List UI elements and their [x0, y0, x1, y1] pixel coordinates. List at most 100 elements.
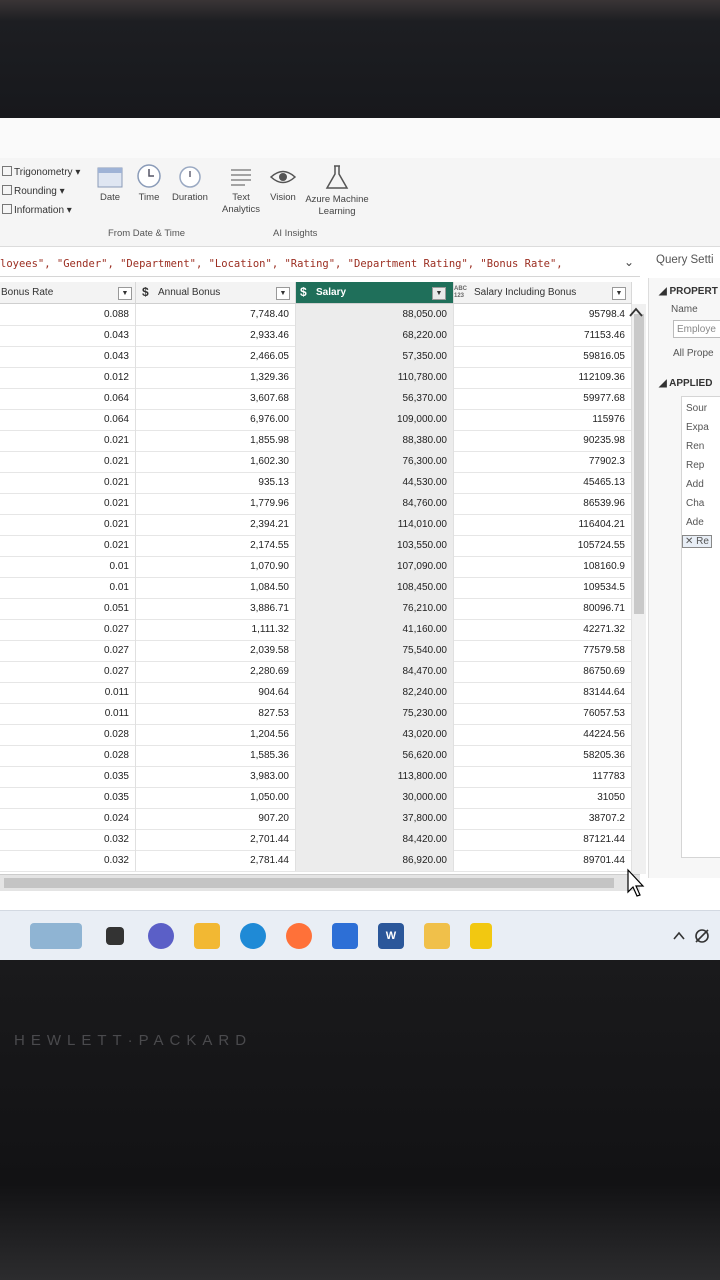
- store-icon[interactable]: [332, 923, 358, 949]
- table-cell[interactable]: 2,174.55: [136, 535, 296, 556]
- table-cell[interactable]: 56,370.00: [296, 388, 454, 409]
- table-cell[interactable]: 2,280.69: [136, 661, 296, 682]
- table-row[interactable]: 0.021 2,394.21 114,010.00 116404.21: [0, 514, 646, 536]
- table-cell[interactable]: 0.024: [0, 808, 136, 829]
- applied-step[interactable]: Add: [686, 479, 704, 490]
- table-cell[interactable]: 2,039.58: [136, 640, 296, 661]
- table-cell[interactable]: 57,350.00: [296, 346, 454, 367]
- table-cell[interactable]: 30,000.00: [296, 787, 454, 808]
- delete-step-icon[interactable]: ✕: [685, 536, 693, 547]
- applied-step[interactable]: Ren: [686, 441, 704, 452]
- applied-steps-header[interactable]: ◢ APPLIED: [659, 378, 712, 389]
- table-cell[interactable]: 76,210.00: [296, 598, 454, 619]
- applied-step[interactable]: Sour: [686, 403, 707, 414]
- table-cell[interactable]: 3,886.71: [136, 598, 296, 619]
- table-cell[interactable]: 1,070.90: [136, 556, 296, 577]
- currency-type-icon[interactable]: $: [300, 285, 307, 299]
- table-cell[interactable]: 82,240.00: [296, 682, 454, 703]
- table-cell[interactable]: 1,602.30: [136, 451, 296, 472]
- table-cell[interactable]: 0.021: [0, 514, 136, 535]
- table-cell[interactable]: 0.012: [0, 367, 136, 388]
- widgets-icon[interactable]: [30, 923, 82, 949]
- column-header-salary-including-bonus[interactable]: ABC 123 Salary Including Bonus ▼: [454, 282, 632, 304]
- table-row[interactable]: 0.064 3,607.68 56,370.00 59977.68: [0, 388, 646, 410]
- table-cell[interactable]: 1,585.36: [136, 745, 296, 766]
- table-cell[interactable]: 44,530.00: [296, 472, 454, 493]
- table-cell[interactable]: 75,540.00: [296, 640, 454, 661]
- table-row[interactable]: 0.032 2,781.44 86,920.00 89701.44: [0, 850, 646, 872]
- expand-formula-chevron-icon[interactable]: ⌄: [624, 255, 634, 269]
- table-cell[interactable]: 95798.4: [454, 304, 632, 325]
- table-cell[interactable]: 0.021: [0, 493, 136, 514]
- table-cell[interactable]: 84,470.00: [296, 661, 454, 682]
- table-cell[interactable]: 38707.2: [454, 808, 632, 829]
- column-header-salary[interactable]: $ Salary ▼: [296, 282, 454, 304]
- table-row[interactable]: 0.035 3,983.00 113,800.00 117783: [0, 766, 646, 788]
- table-cell[interactable]: 2,933.46: [136, 325, 296, 346]
- table-cell[interactable]: 103,550.00: [296, 535, 454, 556]
- applied-step[interactable]: Ade: [686, 517, 704, 528]
- filter-dropdown-icon[interactable]: ▼: [432, 287, 446, 300]
- vision-button[interactable]: Vision: [266, 166, 300, 204]
- table-cell[interactable]: 108,450.00: [296, 577, 454, 598]
- text-analytics-button[interactable]: Text Analytics: [218, 166, 264, 216]
- table-cell[interactable]: 2,394.21: [136, 514, 296, 535]
- table-cell[interactable]: 0.021: [0, 451, 136, 472]
- table-cell[interactable]: 107,090.00: [296, 556, 454, 577]
- table-row[interactable]: 0.035 1,050.00 30,000.00 31050: [0, 787, 646, 809]
- table-row[interactable]: 0.021 1,602.30 76,300.00 77902.3: [0, 451, 646, 473]
- table-cell[interactable]: 86,920.00: [296, 850, 454, 871]
- table-cell[interactable]: 108160.9: [454, 556, 632, 577]
- vertical-scrollbar[interactable]: [632, 304, 646, 874]
- table-cell[interactable]: 0.021: [0, 430, 136, 451]
- table-cell[interactable]: 2,781.44: [136, 850, 296, 871]
- applied-step[interactable]: Expa: [686, 422, 709, 433]
- table-cell[interactable]: 89701.44: [454, 850, 632, 871]
- table-cell[interactable]: 42271.32: [454, 619, 632, 640]
- word-icon[interactable]: W: [378, 923, 404, 949]
- snipping-tool-icon[interactable]: [424, 923, 450, 949]
- duration-button[interactable]: Duration: [168, 164, 212, 204]
- table-cell[interactable]: 59977.68: [454, 388, 632, 409]
- table-row[interactable]: 0.032 2,701.44 84,420.00 87121.44: [0, 829, 646, 851]
- table-cell[interactable]: 113,800.00: [296, 766, 454, 787]
- table-cell[interactable]: 116404.21: [454, 514, 632, 535]
- table-row[interactable]: 0.043 2,466.05 57,350.00 59816.05: [0, 346, 646, 368]
- table-cell[interactable]: 71153.46: [454, 325, 632, 346]
- table-cell[interactable]: 0.032: [0, 850, 136, 871]
- table-cell[interactable]: 44224.56: [454, 724, 632, 745]
- table-cell[interactable]: 3,983.00: [136, 766, 296, 787]
- system-tray-icons[interactable]: [672, 927, 712, 943]
- table-row[interactable]: 0.011 904.64 82,240.00 83144.64: [0, 682, 646, 704]
- table-cell[interactable]: 0.021: [0, 472, 136, 493]
- formula-bar[interactable]: loyees", "Gender", "Department", "Locati…: [0, 252, 640, 277]
- table-cell[interactable]: 31050: [454, 787, 632, 808]
- table-cell[interactable]: 2,466.05: [136, 346, 296, 367]
- table-cell[interactable]: 3,607.68: [136, 388, 296, 409]
- trigonometry-dropdown[interactable]: Trigonometry ▾: [2, 166, 80, 178]
- teams-chat-icon[interactable]: [148, 923, 174, 949]
- table-cell[interactable]: 45465.13: [454, 472, 632, 493]
- table-row[interactable]: 0.088 7,748.40 88,050.00 95798.4: [0, 304, 646, 326]
- table-cell[interactable]: 0.027: [0, 619, 136, 640]
- table-cell[interactable]: 88,380.00: [296, 430, 454, 451]
- column-header-bonus-rate[interactable]: Bonus Rate ▼: [0, 282, 136, 304]
- properties-header[interactable]: ◢ PROPERT: [659, 286, 718, 297]
- table-cell[interactable]: 1,855.98: [136, 430, 296, 451]
- table-cell[interactable]: 1,204.56: [136, 724, 296, 745]
- table-cell[interactable]: 115976: [454, 409, 632, 430]
- horizontal-scrollbar[interactable]: [0, 874, 640, 891]
- time-button[interactable]: Time: [134, 164, 164, 204]
- table-cell[interactable]: 1,050.00: [136, 787, 296, 808]
- power-bi-icon[interactable]: [470, 923, 492, 949]
- table-cell[interactable]: 109,000.00: [296, 409, 454, 430]
- azure-ml-button[interactable]: Azure Machine Learning: [302, 164, 372, 218]
- vertical-scroll-thumb[interactable]: [634, 314, 644, 614]
- table-cell[interactable]: 90235.98: [454, 430, 632, 451]
- table-cell[interactable]: 0.043: [0, 325, 136, 346]
- table-cell[interactable]: 43,020.00: [296, 724, 454, 745]
- table-cell[interactable]: 0.043: [0, 346, 136, 367]
- filter-dropdown-icon[interactable]: ▼: [118, 287, 132, 300]
- table-row[interactable]: 0.064 6,976.00 109,000.00 115976: [0, 409, 646, 431]
- table-cell[interactable]: 0.035: [0, 766, 136, 787]
